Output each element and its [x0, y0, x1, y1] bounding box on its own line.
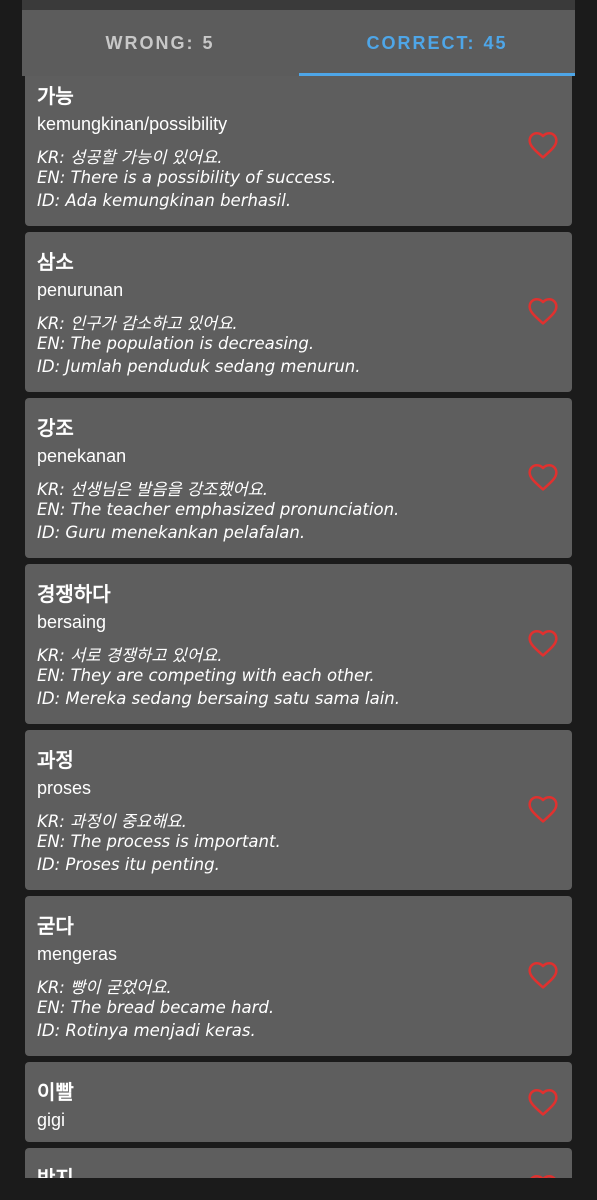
- example-en: EN: There is a possibility of success.: [37, 168, 337, 187]
- tab-bar: WRONG: 5 CORRECT: 45: [22, 10, 575, 76]
- tab-correct[interactable]: CORRECT: 45: [299, 10, 575, 76]
- heart-outline-icon[interactable]: [527, 794, 559, 824]
- example-kr: KR: 서로 경쟁하고 있어요.: [37, 646, 223, 665]
- example-kr: KR: 빵이 굳었어요.: [37, 978, 172, 997]
- word-meaning: proses: [37, 778, 92, 798]
- word-card: 경쟁하다 bersaing KR: 서로 경쟁하고 있어요. EN: They …: [25, 564, 572, 724]
- korean-word: 가능: [37, 84, 74, 108]
- heart-outline-icon[interactable]: [527, 462, 559, 492]
- top-strip: [22, 0, 575, 10]
- example-en: EN: The bread became hard.: [37, 998, 275, 1017]
- word-meaning: penurunan: [37, 280, 124, 300]
- bottom-bar: [0, 1178, 597, 1200]
- word-meaning: mengeras: [37, 944, 118, 964]
- example-id: ID: Mereka sedang bersaing satu sama lai…: [37, 689, 400, 708]
- korean-word: 강조: [37, 416, 74, 440]
- example-kr: KR: 성공할 가능이 있어요.: [37, 148, 223, 167]
- korean-word: 경쟁하다: [37, 582, 111, 606]
- heart-outline-icon[interactable]: [527, 628, 559, 658]
- example-id: ID: Jumlah penduduk sedang menurun.: [37, 357, 361, 376]
- word-card: 강조 penekanan KR: 선생님은 발음을 강조했어요. EN: The…: [25, 398, 572, 558]
- korean-word: 굳다: [37, 914, 74, 938]
- example-en: EN: The population is decreasing.: [37, 334, 315, 353]
- tab-correct-count: 45: [483, 32, 508, 53]
- word-meaning: penekanan: [37, 446, 127, 466]
- example-kr: KR: 인구가 감소하고 있어요.: [37, 314, 238, 333]
- tab-correct-label: CORRECT:: [366, 32, 476, 53]
- heart-outline-icon[interactable]: [527, 960, 559, 990]
- word-card: 과정 proses KR: 과정이 중요해요. EN: The process …: [25, 730, 572, 890]
- example-id: ID: Rotinya menjadi keras.: [37, 1021, 256, 1040]
- tab-wrong-label: WRONG:: [105, 32, 195, 53]
- example-en: EN: The process is important.: [37, 832, 281, 851]
- example-en: EN: They are competing with each other.: [37, 666, 375, 685]
- example-id: ID: Ada kemungkinan berhasil.: [37, 191, 292, 210]
- heart-outline-icon[interactable]: [527, 296, 559, 326]
- korean-word: 이빨: [37, 1080, 74, 1104]
- word-card: 반지: [25, 1148, 572, 1178]
- word-meaning: kemungkinan/possibility: [37, 114, 228, 134]
- korean-word: 반지: [37, 1166, 74, 1178]
- example-id: ID: Guru menekankan pelafalan.: [37, 523, 306, 542]
- word-card: 굳다 mengeras KR: 빵이 굳었어요. EN: The bread b…: [25, 896, 572, 1056]
- word-list[interactable]: 가능 kemungkinan/possibility KR: 성공할 가능이 있…: [22, 76, 575, 1178]
- korean-word: 과정: [37, 748, 74, 772]
- word-card: 가능 kemungkinan/possibility KR: 성공할 가능이 있…: [25, 76, 572, 226]
- tab-wrong-count: 5: [202, 32, 215, 53]
- example-kr: KR: 선생님은 발음을 강조했어요.: [37, 480, 268, 499]
- tab-wrong[interactable]: WRONG: 5: [22, 10, 298, 76]
- word-card: 삼소 penurunan KR: 인구가 감소하고 있어요. EN: The p…: [25, 232, 572, 392]
- example-kr: KR: 과정이 중요해요.: [37, 812, 187, 831]
- example-en: EN: The teacher emphasized pronunciation…: [37, 500, 400, 519]
- heart-outline-icon[interactable]: [527, 1087, 559, 1117]
- word-meaning: gigi: [37, 1110, 66, 1130]
- korean-word: 삼소: [37, 250, 74, 274]
- heart-outline-icon[interactable]: [527, 130, 559, 160]
- word-card: 이빨 gigi: [25, 1062, 572, 1142]
- word-meaning: bersaing: [37, 612, 107, 632]
- example-id: ID: Proses itu penting.: [37, 855, 220, 874]
